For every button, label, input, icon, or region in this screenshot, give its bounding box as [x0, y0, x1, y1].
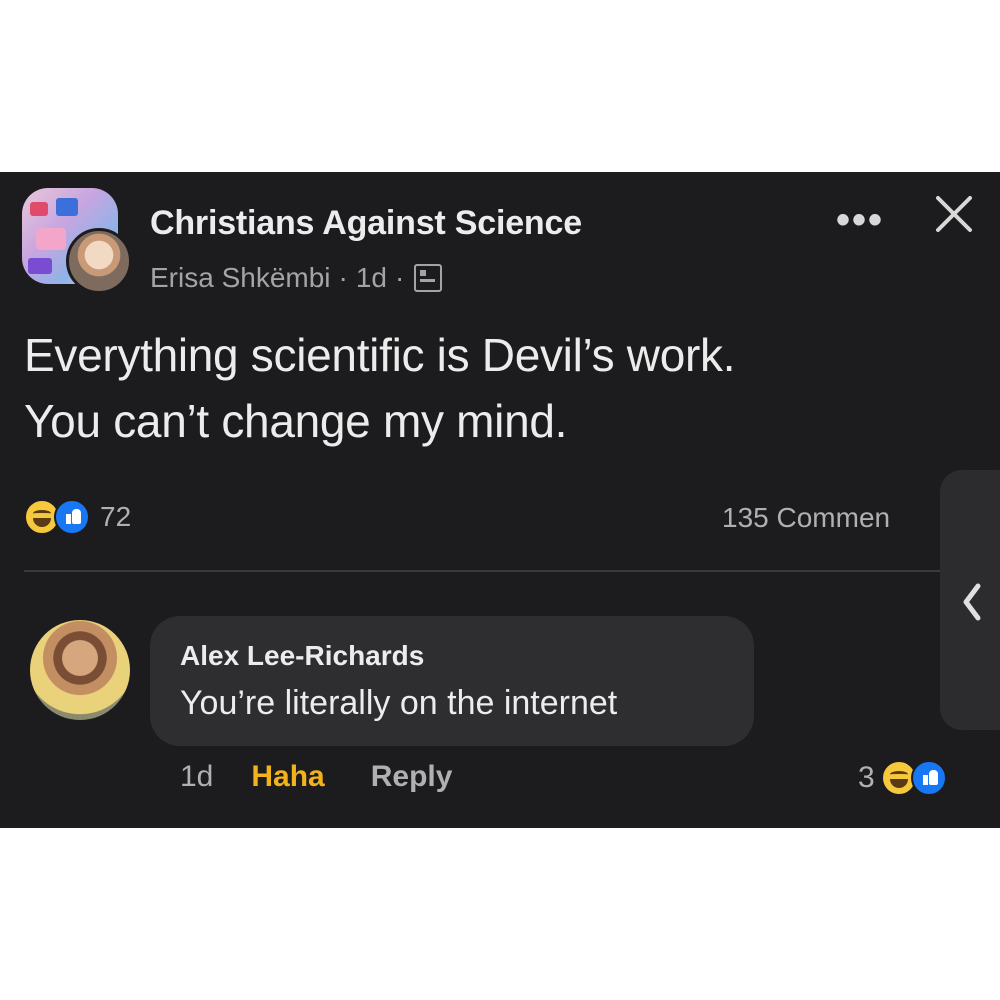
side-panel-tab[interactable] [940, 470, 1000, 730]
separator: · [338, 262, 348, 293]
divider [24, 570, 980, 572]
post-card: Christians Against Science Erisa Shkëmbi… [0, 172, 1000, 828]
haha-button[interactable]: Haha [251, 760, 324, 794]
comments-count[interactable]: 135 Commen [722, 502, 890, 534]
author-name[interactable]: Erisa Shkëmbi [150, 262, 331, 294]
group-name[interactable]: Christians Against Science [150, 204, 582, 243]
commenter-name[interactable]: Alex Lee-Richards [180, 640, 424, 672]
separator: · [395, 262, 405, 293]
post-reactions[interactable]: 72 [24, 499, 131, 535]
post-text-line: Everything scientific is Devil’s work. [24, 329, 736, 381]
comment-reaction-count: 3 [858, 761, 875, 794]
post-text: Everything scientific is Devil’s work. Y… [24, 322, 964, 454]
commenter-avatar[interactable] [30, 620, 130, 720]
close-button[interactable] [930, 190, 978, 238]
page-icon [414, 264, 443, 292]
reaction-count: 72 [100, 501, 132, 532]
reply-button[interactable]: Reply [371, 760, 453, 794]
like-icon [910, 760, 947, 796]
post-time[interactable]: 1d [356, 262, 387, 294]
comment-actions: 1d Haha Reply [180, 760, 452, 794]
comment-text: You’re literally on the internet [180, 684, 618, 722]
comment-reactions[interactable]: 3 [858, 760, 947, 796]
comment-time[interactable]: 1d [180, 760, 213, 794]
more-options-button[interactable]: ••• [836, 198, 884, 243]
post-meta: Erisa Shkëmbi · 1d · [150, 262, 443, 294]
post-text-line: You can’t change my mind. [24, 395, 568, 447]
chevron-left-icon [963, 583, 981, 621]
author-avatar[interactable] [66, 228, 132, 294]
like-icon [54, 499, 90, 535]
comment-bubble: Alex Lee-Richards You’re literally on th… [150, 616, 754, 746]
close-icon [936, 196, 972, 232]
